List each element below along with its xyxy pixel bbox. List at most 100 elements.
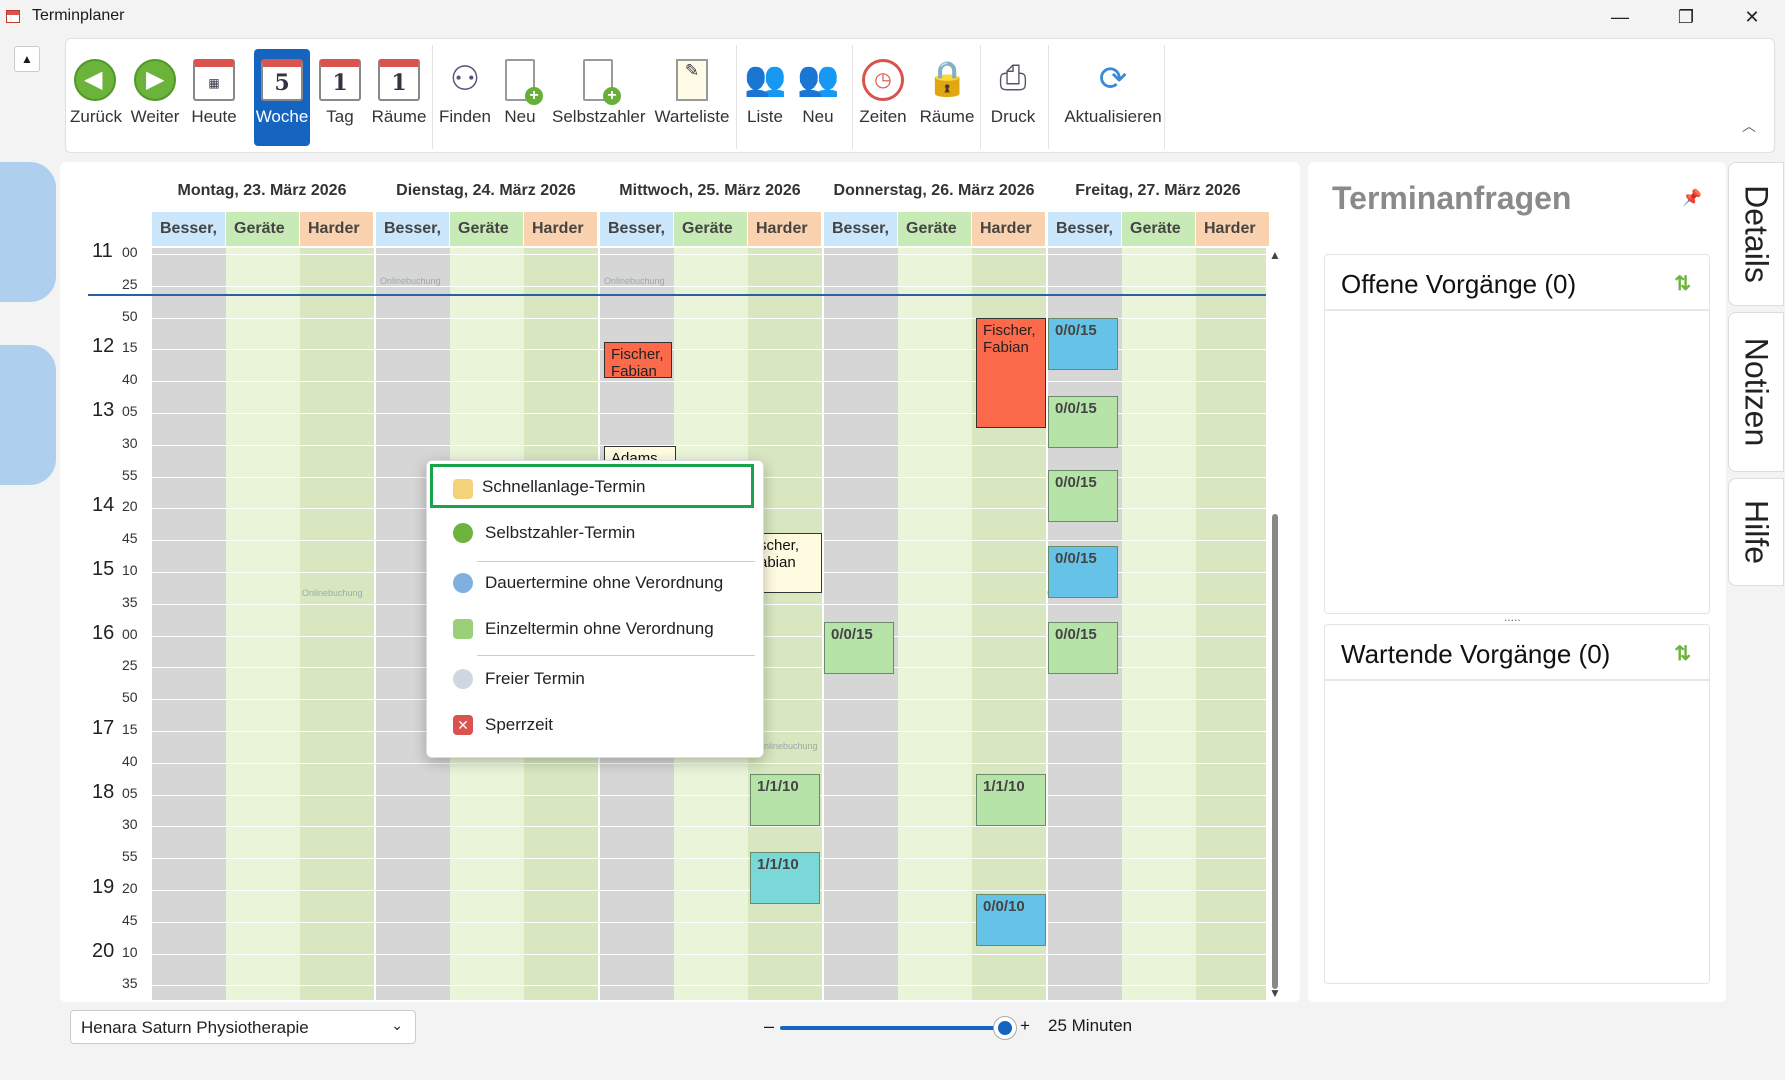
appointment[interactable]: 1/1/10 (750, 852, 820, 904)
resource-header[interactable]: Besser, (824, 212, 897, 246)
zoom-out-button[interactable]: – (764, 1016, 774, 1037)
resource-header[interactable]: Geräte (450, 212, 523, 246)
splitter-handle[interactable]: ..... (1504, 610, 1521, 624)
times-button[interactable]: ◷ Zeiten (856, 49, 910, 146)
pin-icon[interactable]: 📌 (1682, 188, 1702, 208)
resource-header[interactable]: Besser, (600, 212, 673, 246)
tab-details[interactable]: Details (1728, 162, 1784, 306)
self-payer-button[interactable]: Selbstzahler (552, 49, 646, 146)
print-button[interactable]: ⎙ Druck (986, 49, 1040, 146)
resource-column[interactable] (152, 248, 226, 1000)
resource-header[interactable]: Geräte (674, 212, 747, 246)
day-header-friday[interactable]: Freitag, 27. März 2026 (1048, 182, 1268, 208)
close-button[interactable]: ✕ (1720, 0, 1784, 34)
forward-button[interactable]: ▶ Weiter (130, 49, 180, 146)
week-view-button[interactable]: 5 Woche (254, 49, 310, 146)
back-button[interactable]: ◀ Zurück (70, 49, 122, 146)
tab-notes[interactable]: Notizen (1728, 312, 1784, 472)
time-minute-label: 25 (122, 275, 138, 292)
patient-list-button[interactable]: 👥 Liste (742, 49, 788, 146)
open-cases-header: Offene Vorgänge (0) (1325, 255, 1709, 311)
day-header-tuesday[interactable]: Dienstag, 24. März 2026 (376, 182, 596, 208)
calendar-app-icon (6, 10, 20, 23)
time-minute-label: 50 (122, 307, 138, 324)
rooms-view-button[interactable]: 1 Räume (370, 49, 428, 146)
appointment[interactable]: 0/0/15 (1048, 470, 1118, 522)
minimize-button[interactable]: — (1588, 0, 1652, 34)
appointment[interactable]: 1/1/10 (976, 774, 1046, 826)
slot-line (152, 890, 1266, 891)
refresh-button[interactable]: ⟳ Aktualisieren (1056, 49, 1170, 146)
zoom-slider-thumb[interactable] (994, 1017, 1016, 1039)
slot-line (152, 762, 1266, 764)
slot-line (152, 985, 1266, 987)
new-patient-button[interactable]: 👥 Neu (796, 49, 840, 146)
zoom-slider-track[interactable] (780, 1026, 1008, 1030)
slot-line (152, 381, 1266, 383)
time-minute-label: 10 (122, 562, 138, 578)
today-button[interactable]: ▦ Heute (188, 49, 240, 146)
appointment[interactable]: Fischer, Fabian (604, 342, 672, 380)
appointment[interactable]: 1/1/10 (750, 774, 820, 826)
appointment[interactable]: 0/0/15 (1048, 546, 1118, 598)
resource-header[interactable]: Harder (524, 212, 597, 246)
time-minute-label: 40 (122, 371, 138, 388)
day-header-thursday[interactable]: Donnerstag, 26. März 2026 (824, 182, 1044, 208)
practice-select[interactable]: Henara Saturn Physiotherapie ⌄ (70, 1010, 416, 1044)
appointment[interactable]: 0/0/15 (1048, 318, 1118, 370)
collapse-sidebar-button[interactable]: ▲ (14, 46, 40, 72)
tab-help[interactable]: Hilfe (1728, 478, 1784, 586)
menu-item-recurring[interactable]: Dauertermine ohne Verordnung (433, 561, 757, 605)
times-label: Zeiten (859, 107, 907, 126)
day-header-monday[interactable]: Montag, 23. März 2026 (152, 182, 372, 208)
zoom-in-button[interactable]: + (1020, 1016, 1030, 1036)
sort-icon[interactable]: ⇅ (1674, 641, 1691, 666)
menu-label: Freier Termin (485, 669, 585, 688)
appointment[interactable]: 0/0/15 (1048, 622, 1118, 674)
resource-header[interactable]: Geräte (226, 212, 299, 246)
mini-month-calendar[interactable] (0, 345, 56, 485)
resource-column[interactable] (300, 248, 374, 1000)
new-appointment-button[interactable]: Neu (500, 49, 543, 146)
day-view-button[interactable]: 1 Tag (316, 49, 364, 146)
binoculars-icon: ⚇ (449, 60, 481, 98)
appointment[interactable]: Fischer, Fabian (976, 318, 1046, 428)
restore-button[interactable]: ❐ (1654, 0, 1718, 34)
resource-header[interactable]: Besser, (1048, 212, 1121, 246)
menu-item-self-payer[interactable]: Selbstzahler-Termin (433, 511, 757, 555)
appointment[interactable]: 0/0/15 (824, 622, 894, 674)
resource-column[interactable] (898, 248, 972, 1000)
resource-header[interactable]: Besser, (152, 212, 225, 246)
appointment[interactable]: 0/0/10 (976, 894, 1046, 946)
time-hour-label: 19 (92, 876, 115, 898)
resource-column[interactable] (226, 248, 300, 1000)
resource-header[interactable]: Geräte (898, 212, 971, 246)
new-document-icon (505, 59, 543, 105)
find-button[interactable]: ⚇ Finden (436, 49, 494, 146)
resource-header[interactable]: Besser, (376, 212, 449, 246)
appointment[interactable]: 0/0/15 (1048, 396, 1118, 448)
waitlist-button[interactable]: ✎ Warteliste (652, 49, 732, 146)
menu-item-block-time[interactable]: ✕ Sperrzeit (433, 703, 757, 747)
menu-item-quick-appointment[interactable]: Schnellanlage-Termin (430, 464, 754, 508)
resource-column[interactable] (1122, 248, 1196, 1000)
resource-header[interactable]: Geräte (1122, 212, 1195, 246)
menu-label: Selbstzahler-Termin (485, 523, 636, 542)
sort-icon[interactable]: ⇅ (1674, 271, 1691, 296)
slot-line (152, 285, 1266, 287)
calendar-vertical-scrollbar[interactable]: ▲ ▼ (1268, 248, 1282, 1000)
day-header-wednesday[interactable]: Mittwoch, 25. März 2026 (600, 182, 820, 208)
mini-day-preview[interactable] (0, 162, 56, 302)
collapse-ribbon-icon[interactable]: ︿ (1742, 116, 1756, 136)
slot-line (152, 794, 1266, 796)
chevron-down-icon: ⌄ (391, 1017, 403, 1033)
resource-header[interactable]: Harder (1196, 212, 1269, 246)
rooms-lock-button[interactable]: 🔒 Räume (918, 49, 976, 146)
online-booking-label: Onlinebuchung (604, 276, 665, 286)
resource-header[interactable]: Harder (748, 212, 821, 246)
resource-header[interactable]: Harder (300, 212, 373, 246)
resource-column[interactable] (1196, 248, 1266, 1000)
menu-item-free-slot[interactable]: Freier Termin (433, 657, 757, 701)
menu-item-single[interactable]: Einzeltermin ohne Verordnung (433, 607, 757, 651)
resource-header[interactable]: Harder (972, 212, 1045, 246)
